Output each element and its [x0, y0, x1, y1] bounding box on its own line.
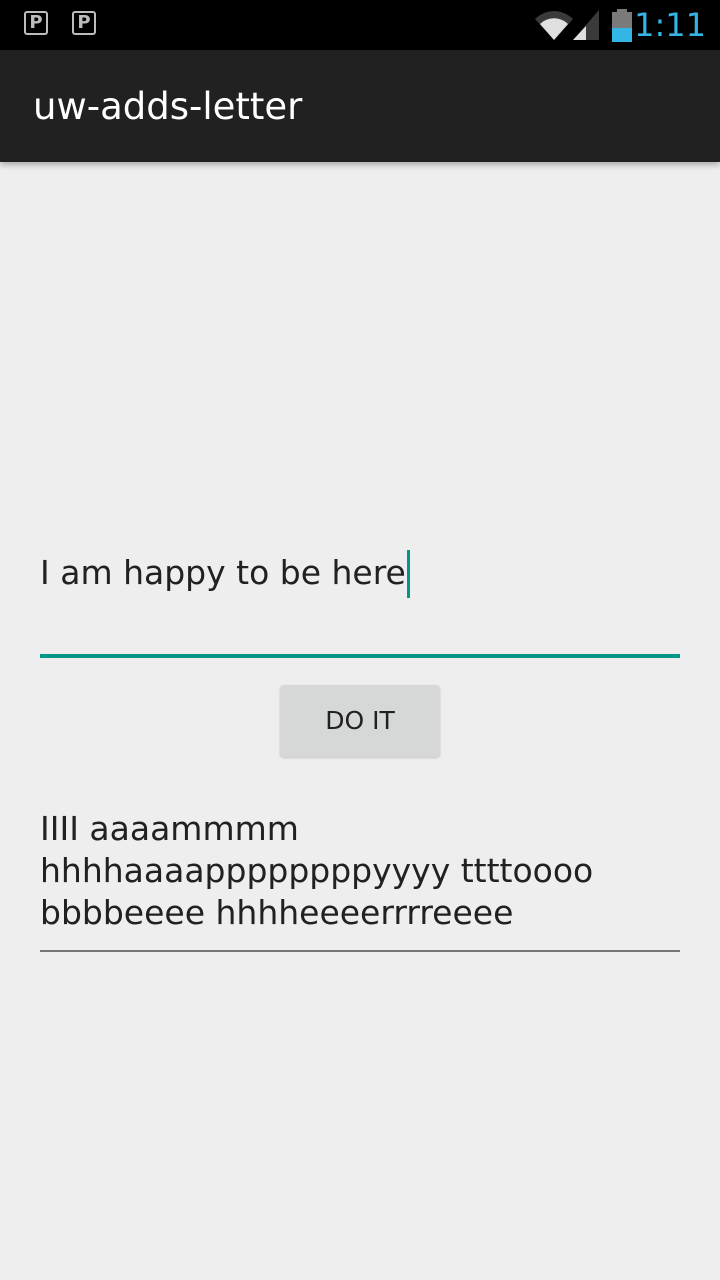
action-bar: uw-adds-letter: [0, 50, 720, 162]
result-field[interactable]: IIII aaaammmm hhhhaaaappppppppyyyy tttto…: [40, 808, 680, 954]
clock: 1:11: [634, 6, 706, 44]
cell-signal-icon: [573, 10, 599, 40]
result-text: IIII aaaammmm hhhhaaaappppppppyyyy tttto…: [40, 809, 594, 932]
text-input-value[interactable]: I am happy to be here: [40, 548, 410, 598]
do-it-button[interactable]: DO IT: [280, 685, 440, 757]
wifi-icon: [535, 11, 573, 40]
text-input-content: I am happy to be here: [40, 553, 406, 592]
result-underline: [40, 950, 680, 952]
text-cursor: [406, 550, 410, 598]
text-input-underline: [40, 654, 680, 658]
status-bar: P P 1:11: [0, 0, 720, 50]
battery-icon: [612, 9, 632, 42]
app-title: uw-adds-letter: [33, 85, 303, 128]
text-input[interactable]: I am happy to be here: [40, 540, 680, 660]
parking-icon: P: [24, 11, 48, 35]
parking-icon: P: [72, 11, 96, 35]
